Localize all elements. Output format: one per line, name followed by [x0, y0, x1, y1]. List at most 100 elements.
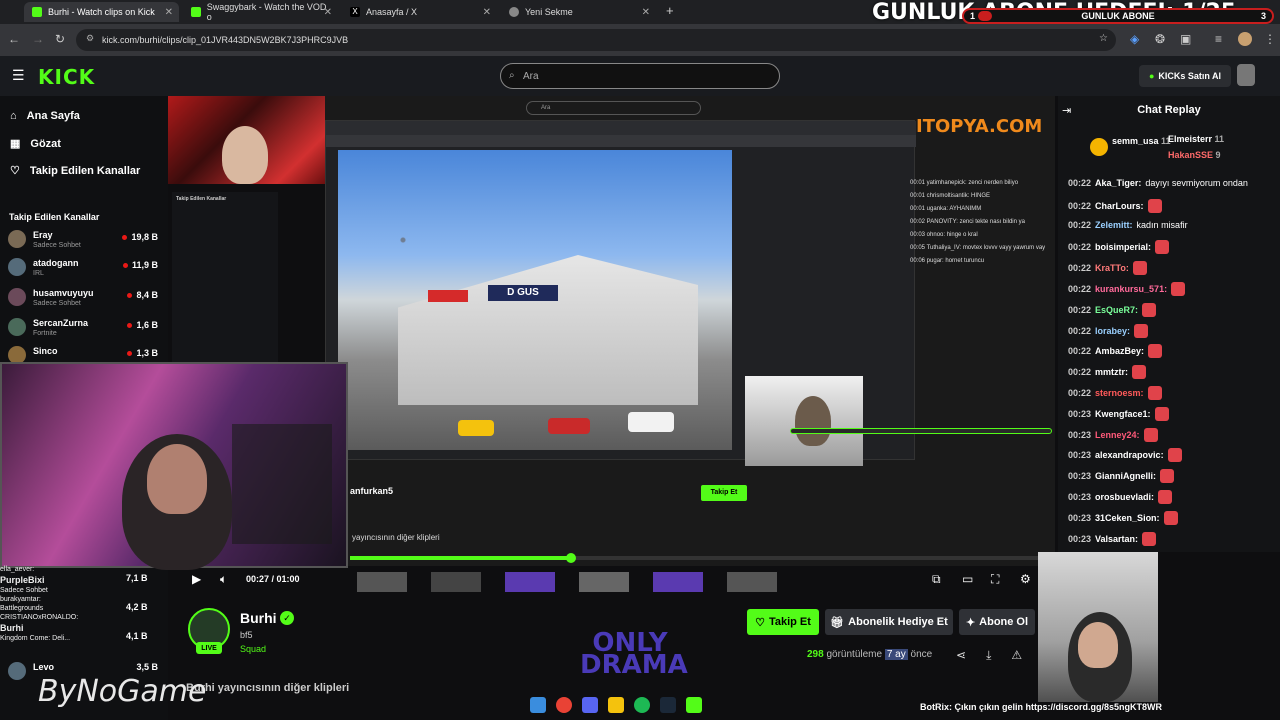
chat-username[interactable]: Valsartan: — [1095, 534, 1138, 544]
buy-kicks-button[interactable]: ● KICKs Satın Al — [1139, 65, 1231, 87]
chat-username[interactable]: Zelemitt: — [1095, 220, 1133, 230]
stream-category[interactable]: Squad — [240, 644, 266, 654]
file-explorer-icon[interactable] — [608, 697, 624, 713]
user-avatar[interactable] — [1237, 64, 1255, 86]
chat-timestamp: 00:22 — [1068, 304, 1092, 315]
tab-swaggybark[interactable]: Swaggybark - Watch the VOD o ✕ — [183, 2, 338, 22]
close-tab-icon[interactable]: ✕ — [483, 7, 491, 18]
share-icon[interactable]: ⋖ — [956, 648, 966, 663]
windows-start-icon[interactable] — [530, 697, 546, 713]
chat-leaderboard: semm_usa 11 Elmeisterr 11 HakanSSE 9 — [1070, 130, 1270, 166]
forward-icon[interactable]: → — [32, 32, 44, 46]
subscribe-button[interactable]: ✦ Abone Ol — [959, 609, 1035, 635]
channel-item[interactable]: SercanZurna Fortnite 1,6 B — [8, 316, 158, 344]
gift-subscription-button[interactable]: 🎁︎ Abonelik Hediye Et — [825, 609, 953, 635]
chat-username[interactable]: CharLours: — [1095, 201, 1144, 211]
chat-username[interactable]: sternoesm: — [1095, 388, 1144, 398]
volume-icon[interactable]: 🔈︎ — [220, 572, 227, 587]
chat-username[interactable]: Lenney24: — [1095, 430, 1140, 440]
viewer-count: 4,1 B — [126, 631, 148, 641]
chat-username[interactable]: Kwengface1: — [1095, 409, 1151, 419]
chat-username[interactable]: Aka_Tiger: — [1095, 178, 1141, 188]
kick-app-icon[interactable] — [686, 697, 702, 713]
streamer-name[interactable]: Burhi — [240, 610, 277, 626]
chat-username[interactable]: orosbuevladi: — [1095, 492, 1154, 502]
follow-button[interactable]: ♡ Takip Et — [747, 609, 819, 635]
leader-count: 9 — [1215, 150, 1221, 160]
bookmark-star-icon[interactable]: ☆ — [1099, 33, 1108, 44]
media-icon[interactable]: ≡ — [1215, 32, 1222, 46]
clip-views: 298 görüntüleme 7 ay önce — [807, 649, 932, 660]
channel-name: Levo — [33, 662, 55, 672]
settings-gear-icon[interactable]: ⚙ — [1020, 572, 1031, 586]
sidebar-item-following[interactable]: ♡ Takip Edilen Kanallar — [10, 164, 140, 178]
webcam-main — [0, 362, 348, 570]
new-tab-icon[interactable]: + — [666, 3, 674, 18]
close-tab-icon[interactable]: ✕ — [642, 7, 650, 18]
site-info-icon[interactable]: ⚙ — [86, 33, 94, 44]
spotify-icon[interactable] — [634, 697, 650, 713]
extensions-puzzle-icon[interactable]: ▣ — [1180, 32, 1191, 46]
download-icon[interactable]: ⤓ — [986, 648, 991, 663]
chat-username[interactable]: mmtztr: — [1095, 367, 1128, 377]
inner-webcam — [745, 376, 863, 466]
chat-username[interactable]: KraTTo: — [1095, 263, 1129, 273]
fullscreen-icon[interactable]: ⛶ — [991, 572, 999, 587]
taxi-car — [458, 420, 494, 436]
chat-username[interactable]: lorabey: — [1095, 326, 1130, 336]
emote-icon — [1171, 282, 1186, 296]
tab-new[interactable]: Yeni Sekme ✕ — [501, 2, 656, 22]
extension-icon[interactable]: ◈ — [1130, 32, 1139, 46]
chat-username[interactable]: alexandrapovic: — [1095, 450, 1164, 460]
profile-avatar[interactable] — [1238, 32, 1252, 46]
inner-followed-list: Takip Edilen Kanallar — [172, 192, 278, 362]
emote-icon — [1148, 344, 1163, 359]
tab-burhi-clips[interactable]: Burhi - Watch clips on Kick ✕ — [24, 2, 179, 22]
sidebar-item-browse[interactable]: ▦ Gözat — [10, 137, 61, 151]
channel-name: Eray — [33, 230, 53, 240]
tab-title: Anasayfa / X — [366, 7, 418, 17]
chat-username[interactable]: GianniAgnelli: — [1095, 471, 1156, 481]
chat-username[interactable]: AmbazBey: — [1095, 346, 1144, 356]
picture-in-picture-icon[interactable]: ⧉ — [932, 572, 941, 587]
kick-logo[interactable]: KICK — [38, 65, 95, 89]
chat-message: 00:22 boisimperial: — [1068, 240, 1170, 255]
steam-icon[interactable] — [660, 697, 676, 713]
channel-name: Sinco — [33, 346, 58, 356]
tab-x[interactable]: X Anasayfa / X ✕ — [342, 2, 497, 22]
chat-message: 00:01 uganka: AYHANIMM — [910, 206, 982, 212]
search-input[interactable]: ⌕ Ara — [500, 63, 780, 89]
emote-icon — [1147, 386, 1162, 400]
close-tab-icon[interactable]: ✕ — [324, 7, 332, 18]
chat-username[interactable]: kurankursu_571: — [1095, 284, 1167, 294]
seek-bar-handle[interactable] — [565, 553, 576, 563]
back-icon[interactable]: ← — [8, 32, 20, 46]
hamburger-menu-icon[interactable]: ☰ — [12, 67, 25, 84]
discord-icon[interactable] — [582, 697, 598, 713]
thumbnail — [357, 572, 407, 592]
theater-mode-icon[interactable]: ▭ — [962, 572, 973, 586]
chat-message: 00:22 mmtztr: — [1068, 365, 1147, 380]
windows-taskbar — [530, 694, 750, 716]
menu-dots-icon[interactable]: ⋮ — [1264, 32, 1276, 46]
close-tab-icon[interactable]: ✕ — [165, 7, 173, 18]
leader-name: HakanSSE 9 — [1168, 150, 1221, 160]
chat-timestamp: 00:23 — [1068, 429, 1092, 440]
reload-icon[interactable]: ↻ — [55, 32, 65, 46]
chrome-icon[interactable] — [556, 697, 572, 713]
report-icon[interactable]: ⚠ — [1011, 648, 1022, 663]
url-field[interactable]: ⚙ kick.com/burhi/clips/clip_01JVR443DN5W… — [76, 29, 1116, 51]
chat-message: 00:22 Aka_Tiger: dayıyı sevmiyorum ondan — [1068, 178, 1248, 188]
chat-username[interactable]: 31Ceken_Sion: — [1095, 513, 1160, 523]
channel-item[interactable]: atadogann IRL 11,9 B — [8, 256, 158, 284]
channel-item[interactable]: husamvuyuyu Sadece Sohbet 8,4 B — [8, 286, 158, 314]
x-favicon-icon: X — [350, 7, 360, 17]
chat-username[interactable]: EsQueR7: — [1095, 305, 1138, 315]
channel-item[interactable]: Eray Sadece Sohbet 19,8 B — [8, 228, 158, 256]
inner-chat: 00:01 yatimhanepick: zenci nerden biliyo… — [910, 180, 1055, 320]
sidebar-item-home[interactable]: ⌂ Ana Sayfa — [10, 110, 80, 122]
chat-username[interactable]: boisimperial: — [1095, 242, 1151, 252]
clip-actions: ⋖ ⤓ ⚠ — [956, 648, 1022, 663]
extension-icon[interactable]: ❂ — [1155, 32, 1165, 46]
play-icon[interactable]: ▶ — [192, 572, 201, 586]
